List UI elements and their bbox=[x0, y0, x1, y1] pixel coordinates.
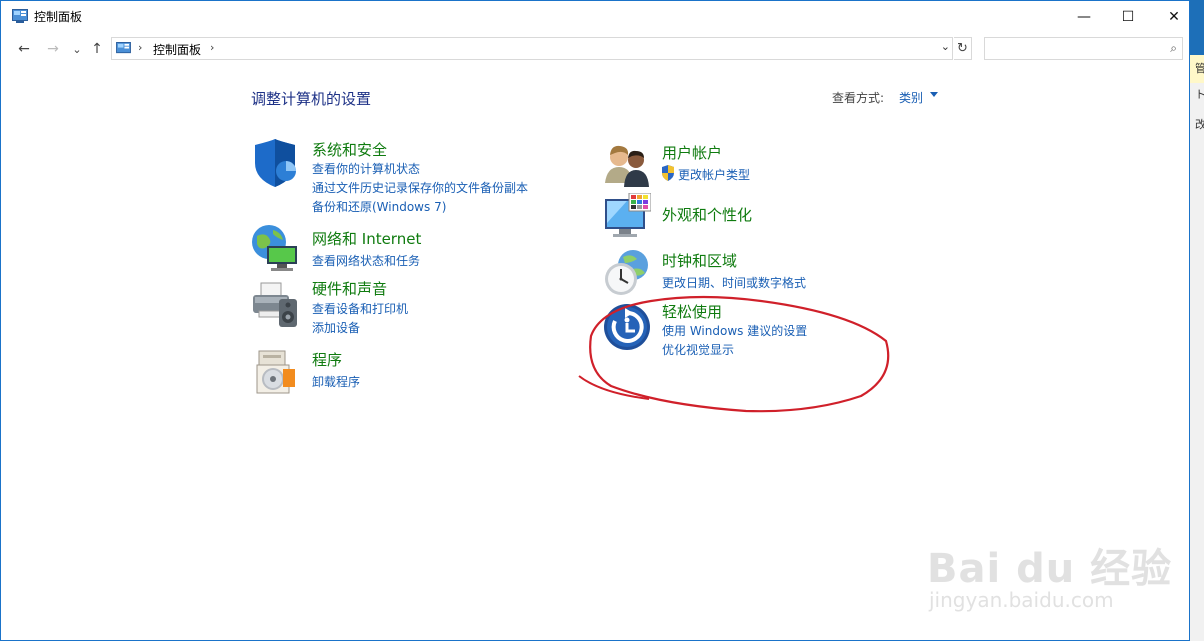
printer-speaker-icon[interactable] bbox=[251, 281, 299, 329]
link-windows-recommended-settings[interactable]: 使用 Windows 建议的设置 bbox=[662, 322, 807, 339]
category-hardware-sound[interactable]: 硬件和声音 bbox=[312, 278, 387, 299]
breadcrumb-separator[interactable]: › bbox=[138, 41, 142, 54]
strip-char: ト bbox=[1195, 88, 1204, 101]
control-panel-window: 控制面板 — ☐ ✕ ← → ⌄ ↑ › 控制面板 › ⌄ ↻ ⌕ 调整计算机的… bbox=[0, 0, 1190, 641]
search-icon[interactable]: ⌕ bbox=[1170, 41, 1177, 56]
minimize-button[interactable]: — bbox=[1061, 1, 1107, 32]
category-appearance[interactable]: 外观和个性化 bbox=[662, 204, 752, 225]
monitor-palette-icon[interactable] bbox=[603, 193, 651, 241]
ease-of-access-icon[interactable] bbox=[603, 303, 651, 351]
link-view-network-status[interactable]: 查看网络状态和任务 bbox=[312, 252, 420, 269]
programs-disc-icon[interactable] bbox=[253, 347, 301, 395]
link-uninstall-program[interactable]: 卸载程序 bbox=[312, 373, 360, 390]
category-ease-of-access[interactable]: 轻松使用 bbox=[662, 301, 722, 322]
category-clock-region[interactable]: 时钟和区域 bbox=[662, 250, 737, 271]
page-title: 调整计算机的设置 bbox=[251, 90, 372, 108]
link-backup-restore[interactable]: 备份和还原(Windows 7) bbox=[312, 198, 446, 215]
users-icon[interactable] bbox=[603, 141, 651, 189]
refresh-button[interactable]: ↻ bbox=[954, 37, 972, 60]
category-user-accounts[interactable]: 用户帐户 bbox=[662, 142, 722, 163]
baidu-watermark-url: jingyan.baidu.com bbox=[929, 588, 1114, 612]
category-system-security[interactable]: 系统和安全 bbox=[312, 139, 387, 160]
link-change-account-type[interactable]: 更改帐户类型 bbox=[678, 166, 750, 183]
search-box[interactable]: ⌕ bbox=[984, 37, 1183, 60]
shield-icon[interactable] bbox=[251, 139, 299, 187]
category-network-internet[interactable]: 网络和 Internet bbox=[312, 228, 421, 249]
strip-char: 改 bbox=[1195, 118, 1204, 131]
maximize-button[interactable]: ☐ bbox=[1105, 1, 1151, 32]
link-change-date-time-format[interactable]: 更改日期、时间或数字格式 bbox=[662, 274, 806, 291]
recent-locations-button[interactable]: ⌄ bbox=[67, 39, 87, 59]
link-add-device[interactable]: 添加设备 bbox=[312, 319, 360, 336]
view-by-label: 查看方式: bbox=[832, 91, 885, 105]
close-button[interactable]: ✕ bbox=[1151, 1, 1197, 32]
title-bar[interactable]: 控制面板 — ☐ ✕ bbox=[1, 1, 1189, 32]
category-programs[interactable]: 程序 bbox=[312, 349, 342, 370]
background-window-strip bbox=[1190, 55, 1204, 641]
link-optimize-visual-display[interactable]: 优化视觉显示 bbox=[662, 341, 734, 358]
baidu-watermark: Bai du 经验 bbox=[927, 546, 1173, 592]
search-input[interactable] bbox=[988, 40, 1158, 57]
breadcrumb-control-panel[interactable]: 控制面板 bbox=[153, 41, 201, 58]
uac-shield-icon bbox=[662, 165, 674, 181]
up-button[interactable]: ↑ bbox=[87, 39, 107, 59]
link-file-history-backup[interactable]: 通过文件历史记录保存你的文件备份副本 bbox=[312, 179, 528, 196]
clock-globe-icon[interactable] bbox=[603, 249, 651, 297]
forward-button[interactable]: → bbox=[43, 39, 63, 59]
view-by-dropdown[interactable]: 类别 bbox=[899, 89, 923, 106]
window-title: 控制面板 bbox=[34, 10, 83, 24]
control-panel-icon bbox=[12, 9, 28, 23]
strip-char: 管 bbox=[1195, 62, 1204, 75]
link-devices-printers[interactable]: 查看设备和打印机 bbox=[312, 300, 408, 317]
chevron-down-icon[interactable] bbox=[930, 92, 938, 97]
breadcrumb-separator[interactable]: › bbox=[210, 41, 214, 54]
back-button[interactable]: ← bbox=[14, 39, 34, 59]
address-bar[interactable]: › 控制面板 › ⌄ bbox=[111, 37, 953, 60]
control-panel-icon bbox=[116, 42, 131, 54]
link-view-computer-status[interactable]: 查看你的计算机状态 bbox=[312, 160, 420, 177]
network-globe-icon[interactable] bbox=[251, 224, 299, 272]
address-dropdown[interactable]: ⌄ bbox=[941, 40, 950, 53]
